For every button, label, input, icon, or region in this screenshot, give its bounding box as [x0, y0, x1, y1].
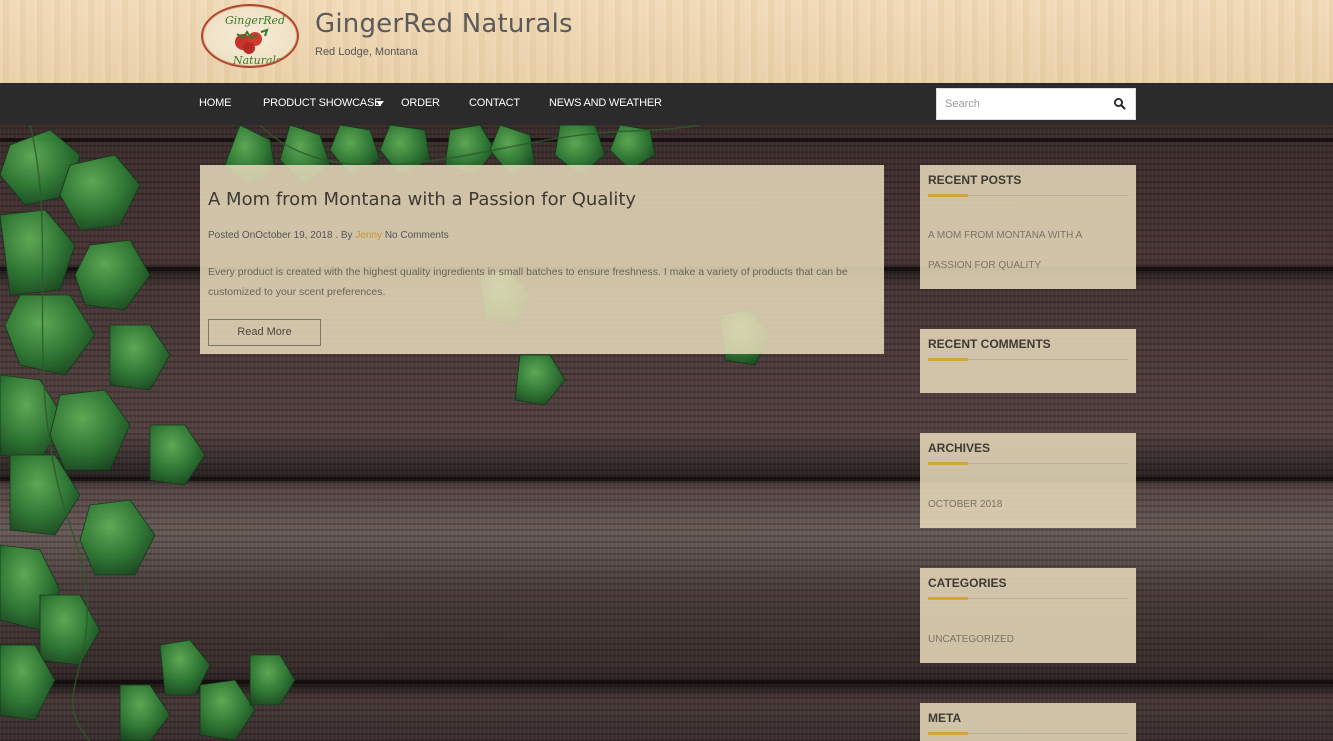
- post-comments-link[interactable]: No Comments: [385, 230, 449, 241]
- widget-meta: META: [920, 703, 1136, 741]
- post-card: A Mom from Montana with a Passion for Qu…: [200, 165, 884, 354]
- site-tagline: Red Lodge, Montana: [315, 46, 418, 58]
- site-header: GingerRed Naturals GingerRed Naturals Re…: [0, 0, 1333, 83]
- site-logo[interactable]: GingerRed Naturals: [201, 4, 299, 68]
- nav-item-news-and-weather[interactable]: NEWS AND WEATHER: [549, 97, 662, 109]
- post-excerpt: Every product is created with the highes…: [208, 266, 848, 298]
- category-link[interactable]: UNCATEGORIZED: [928, 625, 1014, 655]
- widget-title: META: [928, 711, 962, 725]
- search-icon[interactable]: [1113, 97, 1127, 111]
- search-input[interactable]: [937, 89, 1107, 119]
- archive-link[interactable]: OCTOBER 2018: [928, 490, 1002, 520]
- widget-accent-bar: [928, 732, 968, 735]
- widget-recent-comments: RECENT COMMENTS: [920, 329, 1136, 393]
- posted-on-label: Posted On: [208, 230, 256, 241]
- widget-title: CATEGORIES: [928, 576, 1007, 590]
- widget-accent-bar: [928, 597, 968, 600]
- widget-title: ARCHIVES: [928, 441, 991, 455]
- site-title[interactable]: GingerRed Naturals: [315, 9, 573, 39]
- search-box: [936, 88, 1136, 120]
- nav-item-product-showcase[interactable]: PRODUCT SHOWCASE: [263, 97, 381, 109]
- post-title[interactable]: A Mom from Montana with a Passion for Qu…: [208, 189, 636, 210]
- widget-accent-bar: [928, 462, 968, 465]
- widget-accent-bar: [928, 194, 968, 197]
- post-meta: Posted OnOctober 19, 2018 . By Jenny No …: [208, 230, 449, 241]
- widget-archives: ARCHIVES OCTOBER 2018: [920, 433, 1136, 528]
- recent-post-link[interactable]: A MOM FROM MONTANA WITH A: [928, 221, 1082, 251]
- tomato-logo-icon: GingerRed Naturals: [225, 14, 285, 67]
- widget-recent-posts: RECENT POSTS A MOM FROM MONTANA WITH A P…: [920, 165, 1136, 289]
- post-date[interactable]: October 19, 2018: [255, 230, 332, 241]
- nav-item-home[interactable]: HOME: [199, 97, 231, 109]
- widget-accent-bar: [928, 358, 968, 361]
- meta-separator: .: [335, 230, 339, 241]
- widget-categories: CATEGORIES UNCATEGORIZED: [920, 568, 1136, 663]
- logo-text-bottom: Naturals: [232, 54, 282, 67]
- post-author-link[interactable]: Jenny: [355, 230, 382, 241]
- nav-item-contact[interactable]: CONTACT: [469, 97, 520, 109]
- by-label: By: [340, 230, 353, 241]
- nav-item-order[interactable]: ORDER: [401, 97, 440, 109]
- chevron-down-icon[interactable]: [376, 101, 384, 106]
- widget-title: RECENT COMMENTS: [928, 337, 1051, 351]
- recent-post-link[interactable]: PASSION FOR QUALITY: [928, 251, 1041, 281]
- logo-text-top: GingerRed: [225, 14, 285, 27]
- widget-title: RECENT POSTS: [928, 173, 1022, 187]
- read-more-button[interactable]: Read More: [208, 319, 321, 346]
